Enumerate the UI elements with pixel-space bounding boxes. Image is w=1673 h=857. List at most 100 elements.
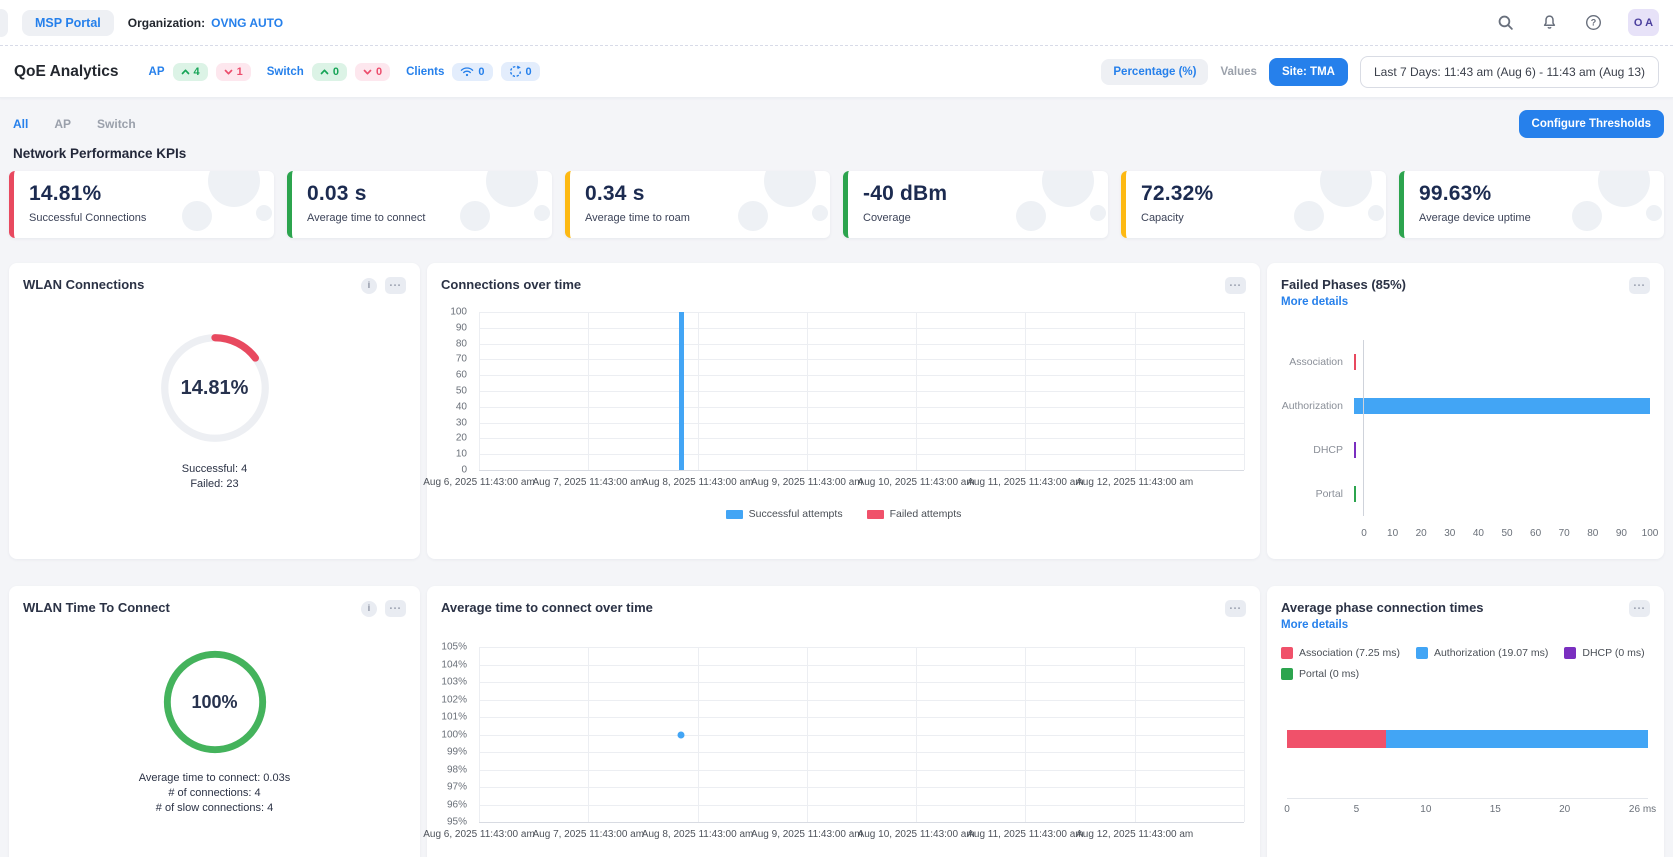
- ap-label: AP: [149, 66, 165, 78]
- gridline: [479, 359, 1244, 360]
- date-range-picker[interactable]: Last 7 Days: 11:43 am (Aug 6) - 11:43 am…: [1360, 56, 1659, 88]
- arrow-up-icon: [320, 68, 329, 76]
- ap-up-badge[interactable]: 4: [173, 63, 208, 81]
- scope-tabs-row: All AP Switch Configure Thresholds: [9, 110, 1664, 138]
- kpi-section-heading: Network Performance KPIs: [13, 146, 1664, 161]
- gridline: [588, 647, 589, 822]
- x-axis-tick-label: Aug 9, 2025 11:43:00 am: [751, 477, 863, 488]
- ellipsis-menu-icon[interactable]: ...: [385, 600, 406, 617]
- legend-swatch: [1564, 647, 1576, 659]
- gridline: [1135, 312, 1136, 470]
- help-icon[interactable]: ?: [1584, 14, 1602, 32]
- x-axis-tick-label: 0: [1284, 804, 1290, 815]
- y-axis-line: [1363, 340, 1364, 516]
- arrow-down-icon: [224, 68, 233, 76]
- avg-phase-connection-times-panel: Average phase connection times More deta…: [1267, 586, 1664, 857]
- legend-item[interactable]: Association (7.25 ms): [1281, 647, 1400, 659]
- legend-item[interactable]: Successful attempts: [726, 508, 843, 520]
- legend-swatch: [726, 510, 743, 519]
- ellipsis-menu-icon[interactable]: ...: [385, 277, 406, 294]
- ellipsis-menu-icon[interactable]: ...: [1225, 277, 1246, 294]
- gridline: [479, 647, 480, 822]
- organization-link[interactable]: OVNG AUTO: [211, 16, 283, 30]
- gridline: [479, 700, 1244, 701]
- unit-toggle-percentage[interactable]: Percentage (%): [1101, 59, 1208, 85]
- legend-item[interactable]: DHCP (0 ms): [1564, 647, 1644, 659]
- wlan-connections-panel: WLAN Connections i ... 14.81% Successful…: [9, 263, 420, 559]
- unit-toggle-values[interactable]: Values: [1220, 66, 1256, 78]
- legend-swatch: [1416, 647, 1428, 659]
- decorative-bubble: [256, 205, 272, 221]
- avg-time-to-connect-panel: Average time to connect over time ... 10…: [427, 586, 1260, 857]
- x-axis-tick-label: Aug 7, 2025 11:43:00 am: [532, 477, 644, 488]
- kpi-card-avg-time-to-connect: 0.03 s Average time to connect: [287, 171, 552, 238]
- legend-label: DHCP (0 ms): [1582, 647, 1644, 659]
- legend-item[interactable]: Portal (0 ms): [1281, 668, 1359, 680]
- kpi-label: Average time to connect: [307, 212, 540, 224]
- site-selector-button[interactable]: Site: TMA: [1269, 58, 1348, 86]
- more-details-link[interactable]: More details: [1281, 296, 1348, 308]
- kpi-label: Average device uptime: [1419, 212, 1652, 224]
- x-axis-tick-label: 20: [1416, 528, 1427, 539]
- switch-up-badge[interactable]: 0: [312, 63, 347, 81]
- gridline: [479, 822, 1244, 823]
- ap-down-badge[interactable]: 1: [216, 63, 251, 81]
- legend-item[interactable]: Authorization (19.07 ms): [1416, 647, 1548, 659]
- tab-switch[interactable]: Switch: [97, 117, 136, 131]
- switch-down-badge[interactable]: 0: [355, 63, 390, 81]
- search-icon[interactable]: [1496, 14, 1514, 32]
- connections-over-time-panel: Connections over time ... 10090807060504…: [427, 263, 1260, 559]
- failed-phase-row: Authorization: [1281, 384, 1650, 428]
- wifi-icon: [460, 66, 474, 77]
- x-axis-tick-label: Aug 8, 2025 11:43:00 am: [642, 477, 754, 488]
- notifications-bell-icon[interactable]: [1540, 14, 1558, 32]
- decorative-bubble: [1572, 201, 1602, 231]
- x-axis-tick-label: 70: [1559, 528, 1570, 539]
- gridline: [588, 312, 589, 470]
- user-avatar[interactable]: O A: [1628, 9, 1659, 36]
- gridline: [479, 735, 1244, 736]
- kpi-label: Capacity: [1141, 212, 1374, 224]
- more-details-link[interactable]: More details: [1281, 619, 1348, 631]
- legend-item[interactable]: Failed attempts: [867, 508, 962, 520]
- tab-all[interactable]: All: [13, 117, 28, 131]
- configure-thresholds-button[interactable]: Configure Thresholds: [1519, 110, 1664, 138]
- gridline: [479, 312, 1244, 313]
- ellipsis-menu-icon[interactable]: ...: [1629, 600, 1650, 617]
- switch-label: Switch: [267, 66, 304, 78]
- connections-count-line: # of connections: 4: [139, 786, 290, 801]
- ellipsis-menu-icon[interactable]: ...: [1225, 600, 1246, 617]
- info-icon[interactable]: i: [361, 601, 377, 617]
- y-axis-tick-label: 96%: [437, 799, 467, 810]
- kpi-card-avg-device-uptime: 99.63% Average device uptime: [1399, 171, 1664, 238]
- x-axis-labels: Aug 6, 2025 11:43:00 amAug 7, 2025 11:43…: [479, 477, 1244, 491]
- x-axis-line: [1287, 798, 1648, 799]
- x-axis-tick-label: Aug 6, 2025 11:43:00 am: [423, 829, 535, 840]
- decorative-bubble: [182, 201, 212, 231]
- collapsed-nav-handle[interactable]: [0, 9, 8, 37]
- clients-wifi-badge[interactable]: 0: [452, 63, 492, 81]
- clients-status-group: Clients 0 0: [406, 62, 540, 81]
- decorative-bubble: [534, 205, 550, 221]
- decorative-bubble: [460, 201, 490, 231]
- gridline: [479, 470, 1244, 471]
- legend-label: Portal (0 ms): [1299, 668, 1359, 680]
- ellipsis-menu-icon[interactable]: ...: [1629, 277, 1650, 294]
- msp-portal-button[interactable]: MSP Portal: [22, 10, 114, 36]
- stacked-bar: [1287, 730, 1648, 748]
- legend-swatch: [1281, 668, 1293, 680]
- bar-track: [1353, 354, 1650, 370]
- page-title: QoE Analytics: [14, 63, 119, 81]
- decorative-bubble: [738, 201, 768, 231]
- x-axis-tick-label: 5: [1354, 804, 1360, 815]
- plot-area: [479, 647, 1244, 822]
- gridline: [479, 787, 1244, 788]
- data-bar-association: [1354, 354, 1356, 370]
- bar-segment-association: [1287, 730, 1386, 748]
- arrow-up-icon: [181, 68, 190, 76]
- tab-ap[interactable]: AP: [54, 117, 71, 131]
- y-axis-tick-label: 90: [437, 322, 467, 333]
- x-axis-tick-label: 0: [1361, 528, 1367, 539]
- clients-roaming-badge[interactable]: 0: [501, 62, 540, 81]
- info-icon[interactable]: i: [361, 278, 377, 294]
